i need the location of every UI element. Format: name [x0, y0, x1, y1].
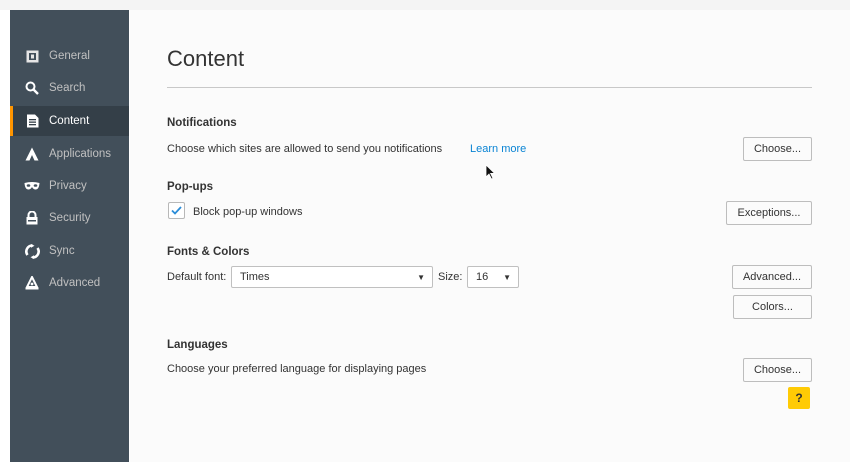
font-size-label: Size: — [438, 271, 463, 283]
advanced-icon — [24, 275, 40, 291]
applications-icon — [24, 146, 40, 162]
sidebar-item-privacy[interactable]: Privacy — [10, 171, 129, 201]
sidebar-item-general[interactable]: General — [10, 41, 129, 71]
title-divider — [167, 87, 812, 88]
sidebar-item-advanced[interactable]: Advanced — [10, 268, 129, 298]
sidebar-item-search[interactable]: Search — [10, 73, 129, 103]
privacy-mask-icon — [24, 178, 40, 194]
help-button[interactable]: ? — [788, 387, 810, 409]
sidebar-item-label: Applications — [49, 148, 112, 160]
block-popups-checkbox[interactable] — [168, 202, 185, 219]
font-size-select[interactable]: 16 ▼ — [467, 266, 519, 288]
learn-more-link[interactable]: Learn more — [470, 143, 526, 155]
checkmark-icon — [171, 206, 182, 215]
sidebar-item-label: Search — [49, 82, 86, 94]
languages-description: Choose your preferred language for displ… — [167, 363, 427, 375]
font-size-value: 16 — [476, 271, 489, 283]
popups-heading: Pop-ups — [167, 181, 213, 193]
sidebar-item-security[interactable]: Security — [10, 203, 129, 233]
fonts-advanced-button[interactable]: Advanced... — [732, 265, 812, 289]
sidebar-item-label: Sync — [49, 245, 75, 257]
sidebar-item-label: Privacy — [49, 180, 87, 192]
sidebar-item-sync[interactable]: Sync — [10, 236, 129, 266]
notifications-choose-button[interactable]: Choose... — [743, 137, 812, 161]
block-popups-label: Block pop-up windows — [193, 206, 303, 218]
notifications-description: Choose which sites are allowed to send y… — [167, 143, 443, 155]
sidebar-item-content[interactable]: Content — [10, 106, 129, 136]
languages-heading: Languages — [167, 339, 228, 351]
top-strip — [0, 0, 850, 10]
sidebar-item-label: General — [49, 50, 90, 62]
sync-icon — [24, 243, 40, 259]
sidebar-item-label: Advanced — [49, 277, 101, 289]
sidebar: General Search Content Applications Priv… — [10, 10, 129, 462]
colors-button[interactable]: Colors... — [733, 295, 812, 319]
sidebar-item-label: Content — [49, 115, 90, 127]
security-lock-icon — [24, 210, 40, 226]
search-icon — [24, 80, 40, 96]
default-font-select[interactable]: Times ▼ — [231, 266, 433, 288]
sidebar-item-label: Security — [49, 212, 91, 224]
languages-choose-button[interactable]: Choose... — [743, 358, 812, 382]
dropdown-arrow-icon: ▼ — [417, 272, 425, 282]
sidebar-item-applications[interactable]: Applications — [10, 139, 129, 169]
default-font-value: Times — [240, 271, 270, 283]
default-font-label: Default font: — [167, 271, 227, 283]
content-icon — [24, 113, 40, 129]
page-title: Content — [167, 46, 245, 71]
fonts-colors-heading: Fonts & Colors — [167, 246, 250, 258]
mouse-pointer-icon — [485, 164, 496, 180]
dropdown-arrow-icon: ▼ — [503, 272, 511, 282]
popups-exceptions-button[interactable]: Exceptions... — [726, 201, 812, 225]
general-icon — [24, 48, 40, 64]
content-panel: Content Notifications Choose which sites… — [130, 10, 850, 462]
notifications-heading: Notifications — [167, 117, 237, 129]
